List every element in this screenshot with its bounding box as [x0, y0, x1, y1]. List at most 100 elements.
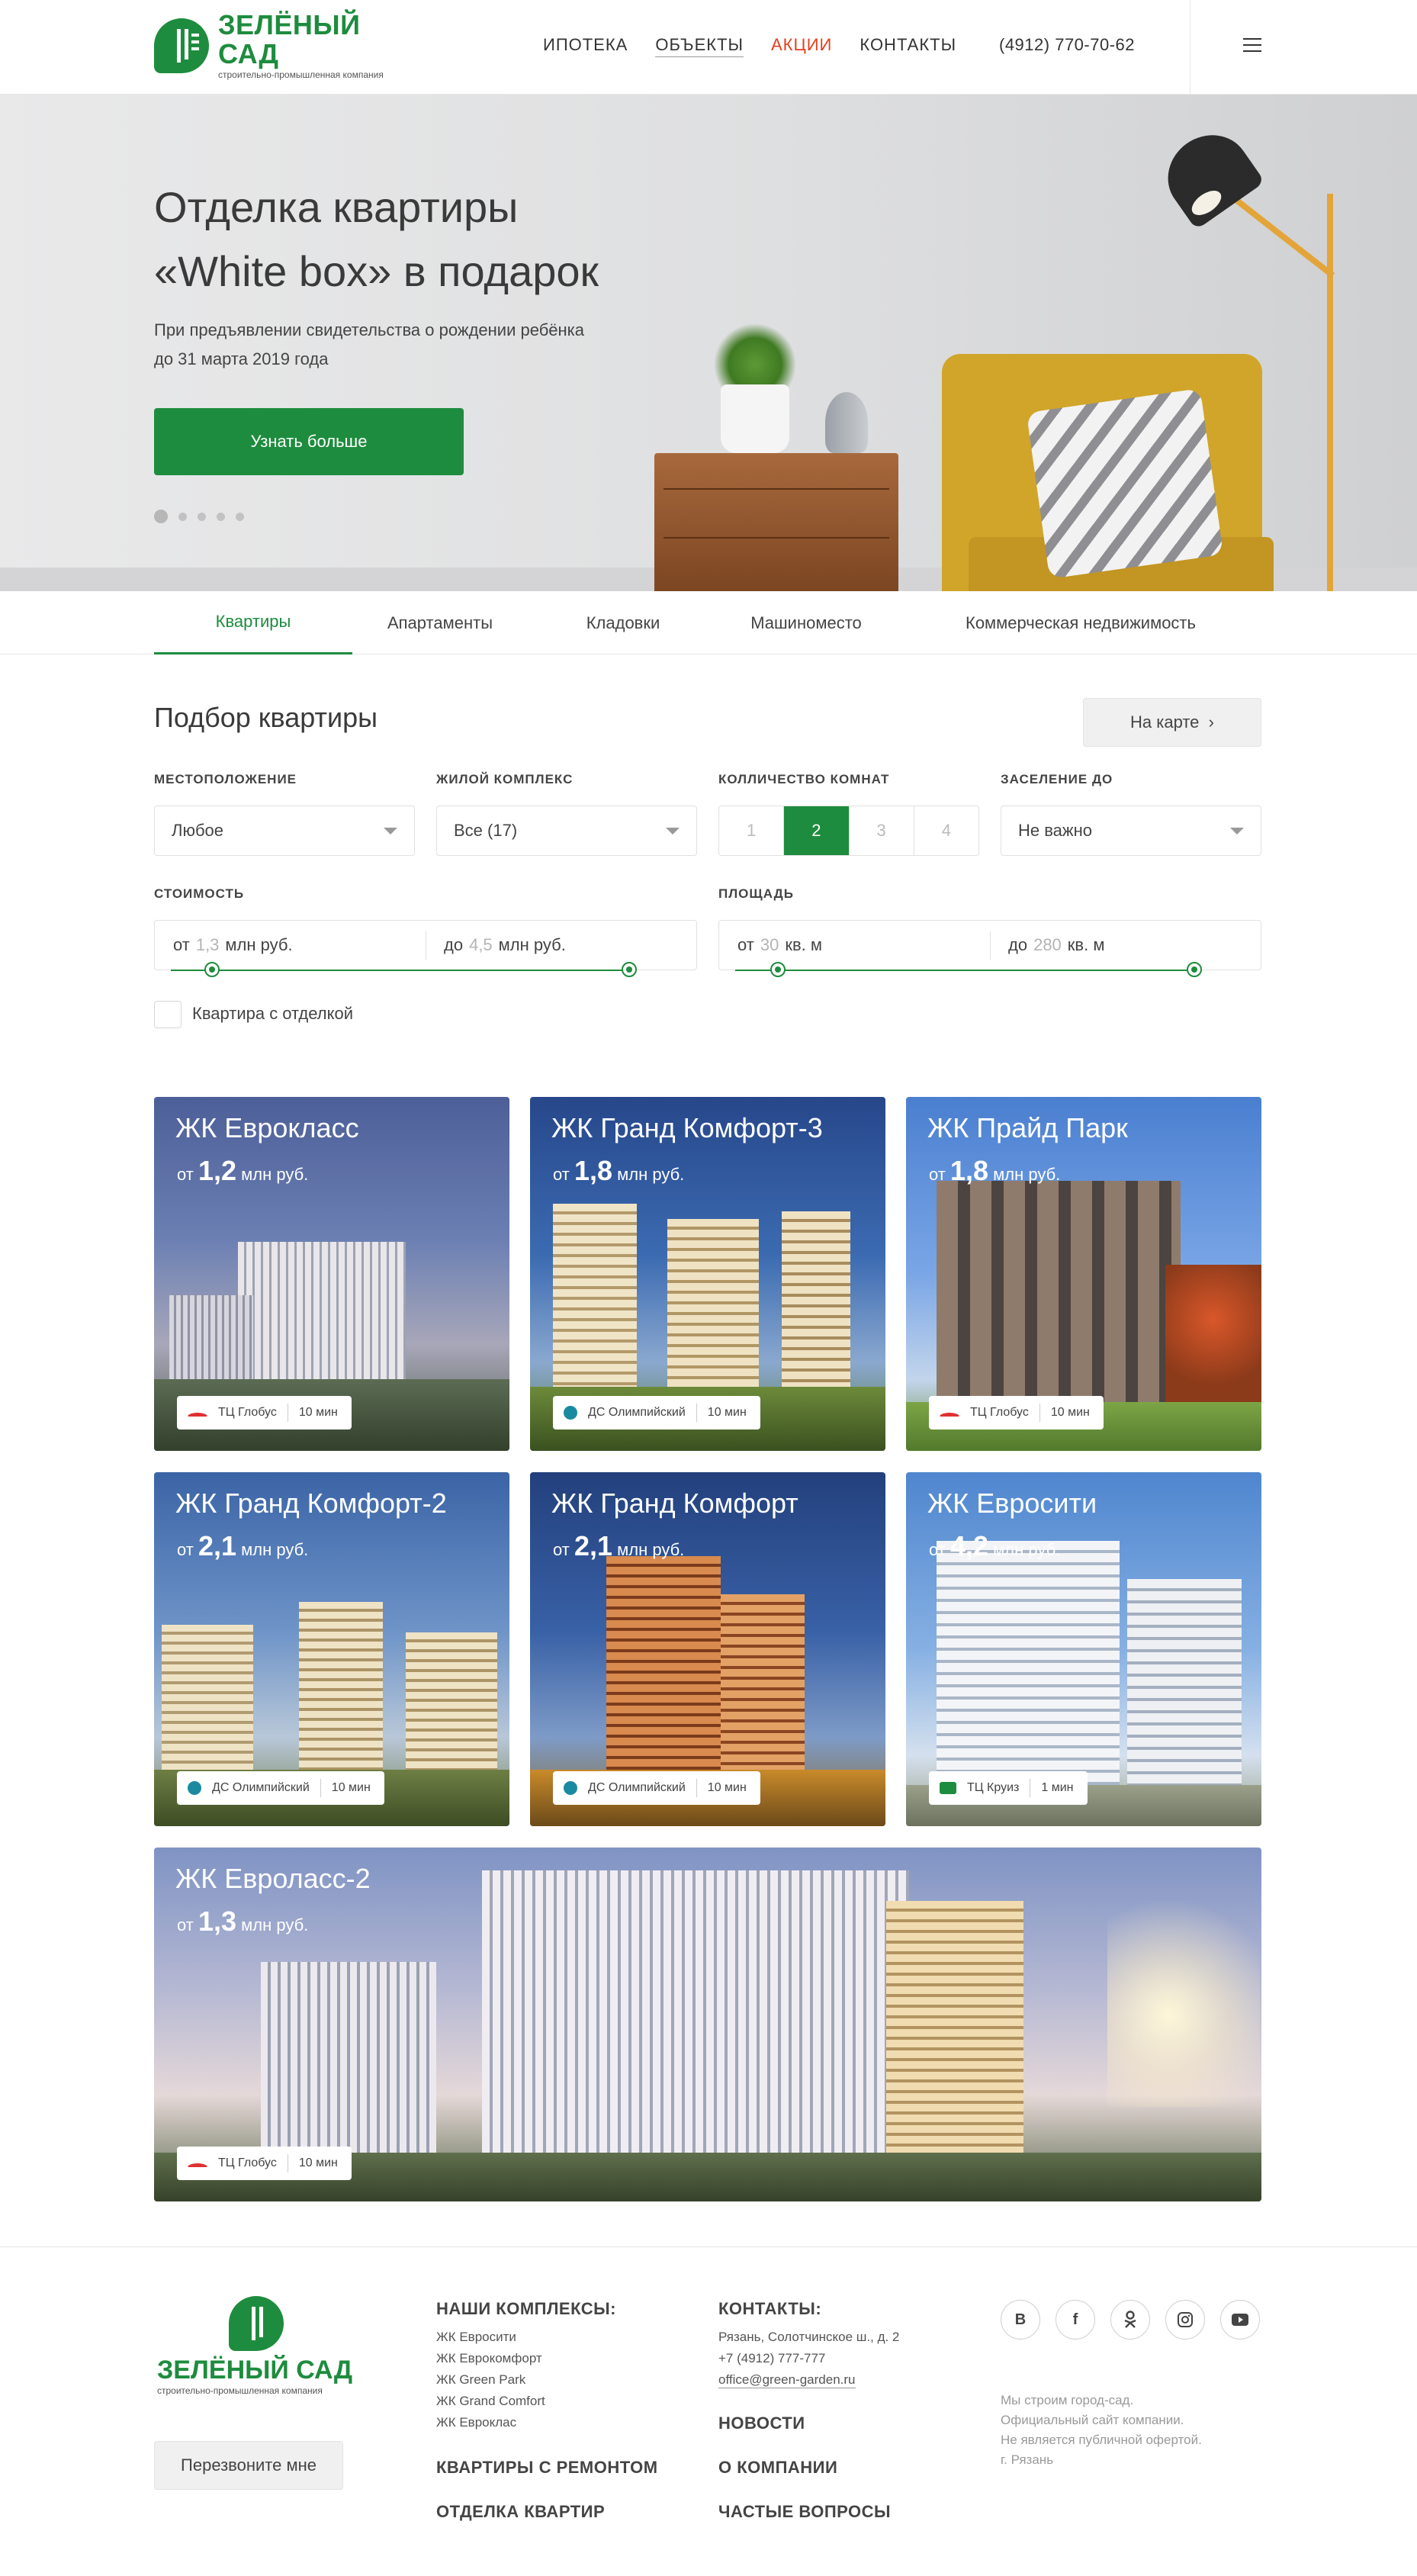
odnoklassniki-icon[interactable]	[1110, 2300, 1150, 2340]
property-type-tabs: Квартиры Апартаменты Кладовки Машиномест…	[0, 591, 1417, 654]
chevron-down-icon	[1230, 828, 1244, 835]
area-to-field[interactable]: до 280 кв. м	[990, 921, 1261, 970]
youtube-icon[interactable]	[1220, 2300, 1260, 2340]
footer-phone[interactable]: +7 (4912) 777-777	[718, 2351, 825, 2366]
lamp-illustration	[1327, 194, 1333, 591]
olympic-icon	[188, 1781, 201, 1795]
finishing-link[interactable]: ОТДЕЛКА КВАРТИР	[436, 2502, 605, 2522]
hero-title: Отделка квартиры «White box» в подарок	[154, 183, 599, 295]
room-option-3[interactable]: 3	[850, 806, 914, 855]
rooms-selector: 1 2 3 4	[718, 806, 979, 856]
complex-select[interactable]: Все (17)	[436, 806, 697, 856]
about-link[interactable]: О КОМПАНИИ	[718, 2458, 837, 2478]
room-option-2[interactable]: 2	[784, 806, 850, 855]
nav-contacts[interactable]: КОНТАКТЫ	[860, 34, 956, 57]
area-max-handle[interactable]	[1187, 962, 1202, 977]
area-min-handle[interactable]	[770, 962, 786, 977]
area-label: ПЛОЩАДЬ	[718, 886, 794, 901]
finish-checkbox[interactable]	[154, 1001, 182, 1028]
repair-flats-link[interactable]: КВАРТИРЫ С РЕМОНТОМ	[436, 2458, 658, 2478]
complex-card-grand-comfort-2[interactable]: ЖК Гранд Комфорт-2 от 2,1 млн руб. ДС Ол…	[154, 1472, 509, 1826]
location-select[interactable]: Любое	[154, 806, 415, 856]
slider-dot-1[interactable]	[154, 510, 168, 523]
logo[interactable]: ЗЕЛЁНЫЙ САД строительно-промышленная ком…	[154, 11, 413, 80]
footer-note: Мы строим город-сад. Официальный сайт ко…	[1001, 2393, 1202, 2467]
price-label: СТОИМОСТЬ	[154, 886, 245, 901]
vk-icon[interactable]: B	[1001, 2300, 1040, 2340]
olympic-icon	[564, 1781, 577, 1795]
slider-dot-3[interactable]	[198, 512, 206, 521]
complex-card-pride-park[interactable]: ЖК Прайд Парк от 1,8 млн руб. ТЦ Глобус 1…	[906, 1097, 1261, 1451]
tab-parking[interactable]: Машиноместо	[718, 591, 894, 654]
header-phone[interactable]: (4912) 770-70-62	[999, 34, 1135, 56]
card-price: от 2,1 млн руб.	[553, 1530, 685, 1561]
building-illustration	[162, 1625, 253, 1777]
site-header: ЗЕЛЁНЫЙ САД строительно-промышленная ком…	[0, 0, 1417, 95]
nav-promotions[interactable]: АКЦИИ	[771, 34, 832, 57]
price-from-field[interactable]: от 1,3 млн руб.	[155, 921, 426, 970]
learn-more-button[interactable]: Узнать больше	[154, 408, 464, 475]
complex-card-euroclass-2[interactable]: ЖК Евроласс-2 от 1,3 млн руб. ТЦ Глобус 1…	[154, 1848, 1261, 2201]
footer-logo[interactable]: ЗЕЛЁНЫЙ САД строительно-промышленная ком…	[157, 2296, 355, 2396]
card-location-tag: ТЦ Круиз 1 мин	[929, 1771, 1088, 1805]
complex-card-euroclass[interactable]: ЖК Еврокласс от 1,2 млн руб. ТЦ Глобус 10…	[154, 1097, 509, 1451]
building-illustration	[261, 1962, 436, 2160]
on-map-button[interactable]: На карте ›	[1083, 698, 1261, 747]
slider-dot-5[interactable]	[236, 512, 244, 521]
pillow-illustration	[1026, 388, 1224, 579]
footer-email[interactable]: office@green-garden.ru	[718, 2372, 856, 2388]
logo-tree-icon	[154, 18, 209, 73]
nav-mortgage[interactable]: ИПОТЕКА	[543, 34, 628, 57]
footer-divider	[0, 2246, 1417, 2247]
card-title: ЖК Еврокласс	[175, 1112, 359, 1143]
card-location-tag: ДС Олимпийский 10 мин	[553, 1771, 760, 1805]
card-title: ЖК Евроласс-2	[175, 1863, 371, 1894]
price-to-field[interactable]: до 4,5 млн руб.	[426, 921, 696, 970]
settle-select[interactable]: Не важно	[1001, 806, 1261, 856]
slider-dot-2[interactable]	[178, 512, 187, 521]
rooms-label: КОЛЛИЧЕСТВО КОМНАТ	[718, 772, 890, 786]
tab-apartments[interactable]: Квартиры	[154, 591, 352, 654]
nav-objects[interactable]: ОБЪЕКТЫ	[655, 34, 744, 57]
footer-complex-link[interactable]: ЖК Евроклас	[436, 2415, 516, 2430]
filter-title: Подбор квартиры	[154, 702, 378, 733]
card-price: от 1,8 млн руб.	[553, 1155, 685, 1186]
footer-logo-subtitle: строительно-промышленная компания	[157, 2385, 323, 2396]
tab-apartment-hotels[interactable]: Апартаменты	[352, 591, 528, 654]
slider-dot-4[interactable]	[217, 512, 225, 521]
area-from-field[interactable]: от 30 кв. м	[719, 921, 990, 970]
hamburger-icon[interactable]	[1243, 38, 1261, 53]
tab-commercial[interactable]: Коммерческая недвижимость	[901, 591, 1260, 654]
price-max-handle[interactable]	[622, 962, 637, 977]
card-location-tag: ТЦ Глобус 10 мин	[177, 2147, 352, 2180]
main-nav: ИПОТЕКА ОБЪЕКТЫ АКЦИИ КОНТАКТЫ	[543, 34, 984, 57]
complex-label: ЖИЛОЙ КОМПЛЕКС	[436, 772, 574, 786]
complex-card-grand-comfort[interactable]: ЖК Гранд Комфорт от 2,1 млн руб. ДС Олим…	[530, 1472, 885, 1826]
room-option-1[interactable]: 1	[719, 806, 785, 855]
callback-button[interactable]: Перезвоните мне	[154, 2441, 343, 2490]
footer-complex-link[interactable]: ЖК Еврокомфорт	[436, 2351, 542, 2366]
building-illustration	[238, 1242, 406, 1387]
area-slider-track	[735, 970, 1199, 971]
logo-title: ЗЕЛЁНЫЙ САД	[218, 9, 361, 69]
tab-storage[interactable]: Кладовки	[535, 591, 711, 654]
price-min-handle[interactable]	[204, 962, 220, 977]
footer-complex-link[interactable]: ЖК Green Park	[436, 2372, 525, 2388]
card-price: от 1,2 млн руб.	[177, 1155, 309, 1186]
complex-card-eurocity[interactable]: ЖК Евросити от 4,2 млн руб. ТЦ Круиз 1 ми…	[906, 1472, 1261, 1826]
footer-complex-link[interactable]: ЖК Евросити	[436, 2330, 516, 2345]
complex-card-grand-comfort-3[interactable]: ЖК Гранд Комфорт-3 от 1,8 млн руб. ДС Ол…	[530, 1097, 885, 1451]
facebook-icon[interactable]: f	[1056, 2300, 1095, 2340]
instagram-icon[interactable]	[1165, 2300, 1205, 2340]
contacts-heading: КОНТАКТЫ:	[718, 2299, 822, 2318]
location-label: МЕСТОПОЛОЖЕНИЕ	[154, 772, 297, 786]
kruiz-icon	[940, 1782, 956, 1794]
footer-logo-title: ЗЕЛЁНЫЙ САД	[157, 2356, 353, 2385]
hero-banner: Отделка квартиры «White box» в подарок П…	[0, 95, 1417, 591]
news-link[interactable]: НОВОСТИ	[718, 2414, 805, 2433]
room-option-4[interactable]: 4	[914, 806, 978, 855]
chevron-right-icon: ›	[1208, 712, 1214, 732]
footer-complex-link[interactable]: ЖК Grand Comfort	[436, 2394, 545, 2409]
faq-link[interactable]: ЧАСТЫЕ ВОПРОСЫ	[718, 2502, 891, 2522]
olympic-icon	[564, 1406, 577, 1420]
